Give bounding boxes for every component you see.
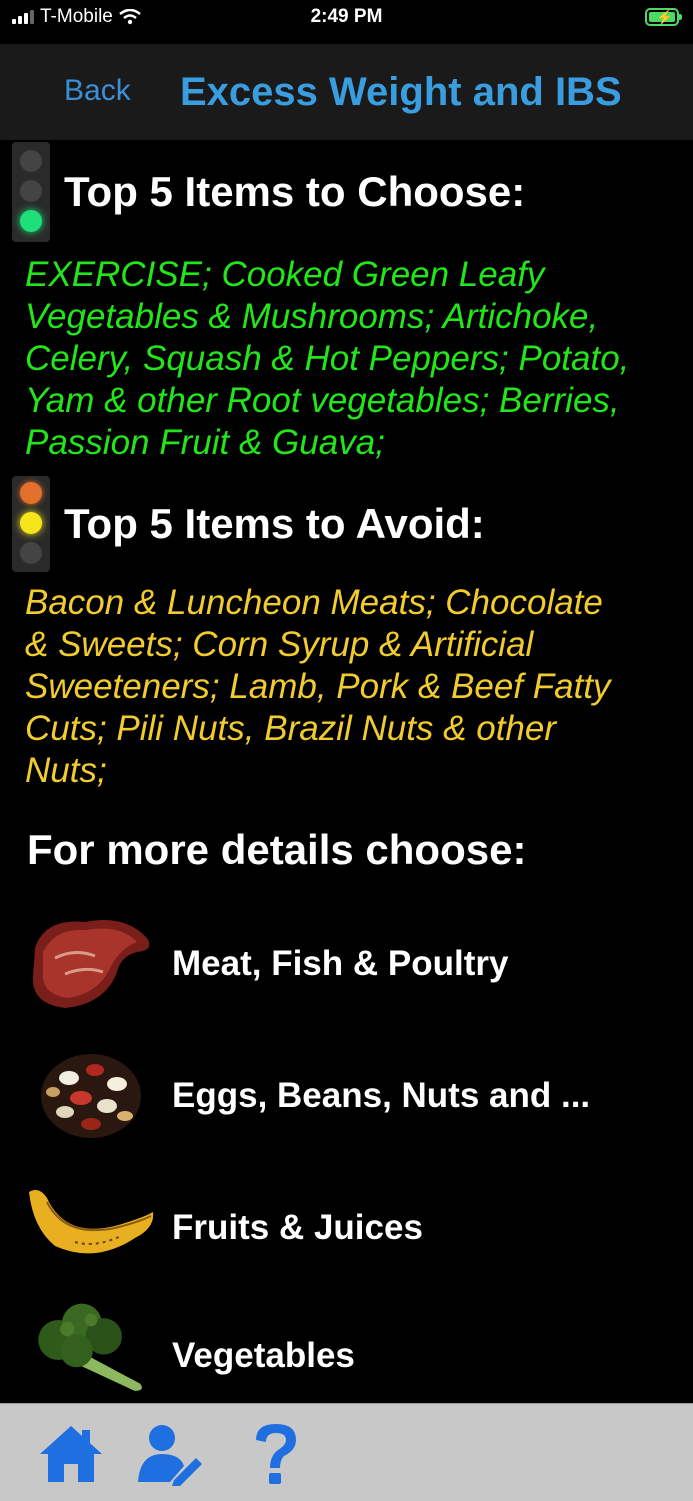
choose-line: Vegetables & Mushrooms; Artichoke, — [25, 297, 599, 336]
page-title: Excess Weight and IBS — [180, 70, 622, 114]
category-label: Fruits & Juices — [172, 1208, 423, 1247]
choose-line: EXERCISE; Cooked Green Leafy — [25, 255, 545, 294]
tab-home[interactable] — [36, 1420, 106, 1486]
category-label: Vegetables — [172, 1336, 355, 1375]
choose-heading: Top 5 Items to Choose: — [64, 168, 526, 215]
traffic-light-yellow-icon — [12, 476, 50, 572]
tab-profile-edit[interactable] — [134, 1420, 204, 1486]
tab-help[interactable] — [242, 1420, 312, 1486]
home-icon — [40, 1426, 102, 1482]
avoid-line: Sweeteners; Lamb, Pork & Beef Fatty — [25, 667, 611, 706]
choose-line: Passion Fruit & Guava; — [25, 423, 385, 462]
help-icon — [256, 1424, 296, 1484]
category-fruits-juices[interactable]: Fruits & Juices — [0, 1172, 693, 1292]
tab-bar — [0, 1403, 693, 1501]
category-label: Meat, Fish & Poultry — [172, 944, 509, 983]
profile-edit-icon — [138, 1425, 202, 1486]
category-vegetables[interactable]: Vegetables — [0, 1300, 693, 1420]
status-time: 2:49 PM — [310, 6, 383, 27]
choose-items-text: EXERCISE; Cooked Green Leafy Vegetables … — [25, 254, 675, 464]
traffic-light-green-icon — [12, 142, 50, 242]
avoid-heading: Top 5 Items to Avoid: — [64, 500, 485, 547]
avoid-line: & Sweets; Corn Syrup & Artificial — [25, 625, 534, 664]
choose-section-header: Top 5 Items to Choose: — [12, 142, 525, 242]
battery-icon: ⚡ — [645, 8, 682, 26]
details-heading: For more details choose: — [27, 826, 527, 873]
choose-line: Celery, Squash & Hot Peppers; Potato, — [25, 339, 630, 378]
avoid-line: Nuts; — [25, 751, 107, 790]
steak-icon — [32, 920, 150, 1008]
beans-icon — [41, 1054, 141, 1138]
status-bar: T-Mobile 2:49 PM ⚡ — [0, 0, 693, 44]
banana-icon — [29, 1190, 154, 1254]
avoid-section-header: Top 5 Items to Avoid: — [12, 476, 485, 572]
back-button[interactable]: Back — [64, 74, 131, 108]
category-label: Eggs, Beans, Nuts and ... — [172, 1076, 591, 1115]
category-eggs-beans-nuts[interactable]: Eggs, Beans, Nuts and ... — [0, 1040, 693, 1160]
choose-line: Yam & other Root vegetables; Berries, — [25, 381, 620, 420]
navigation-bar: Back Excess Weight and IBS — [0, 44, 693, 140]
avoid-line: Cuts; Pili Nuts, Brazil Nuts & other — [25, 709, 556, 748]
avoid-items-text: Bacon & Luncheon Meats; Chocolate & Swee… — [25, 582, 675, 792]
avoid-line: Bacon & Luncheon Meats; Chocolate — [25, 583, 603, 622]
category-meat-fish-poultry[interactable]: Meat, Fish & Poultry — [0, 908, 693, 1028]
broccoli-icon — [38, 1303, 142, 1391]
